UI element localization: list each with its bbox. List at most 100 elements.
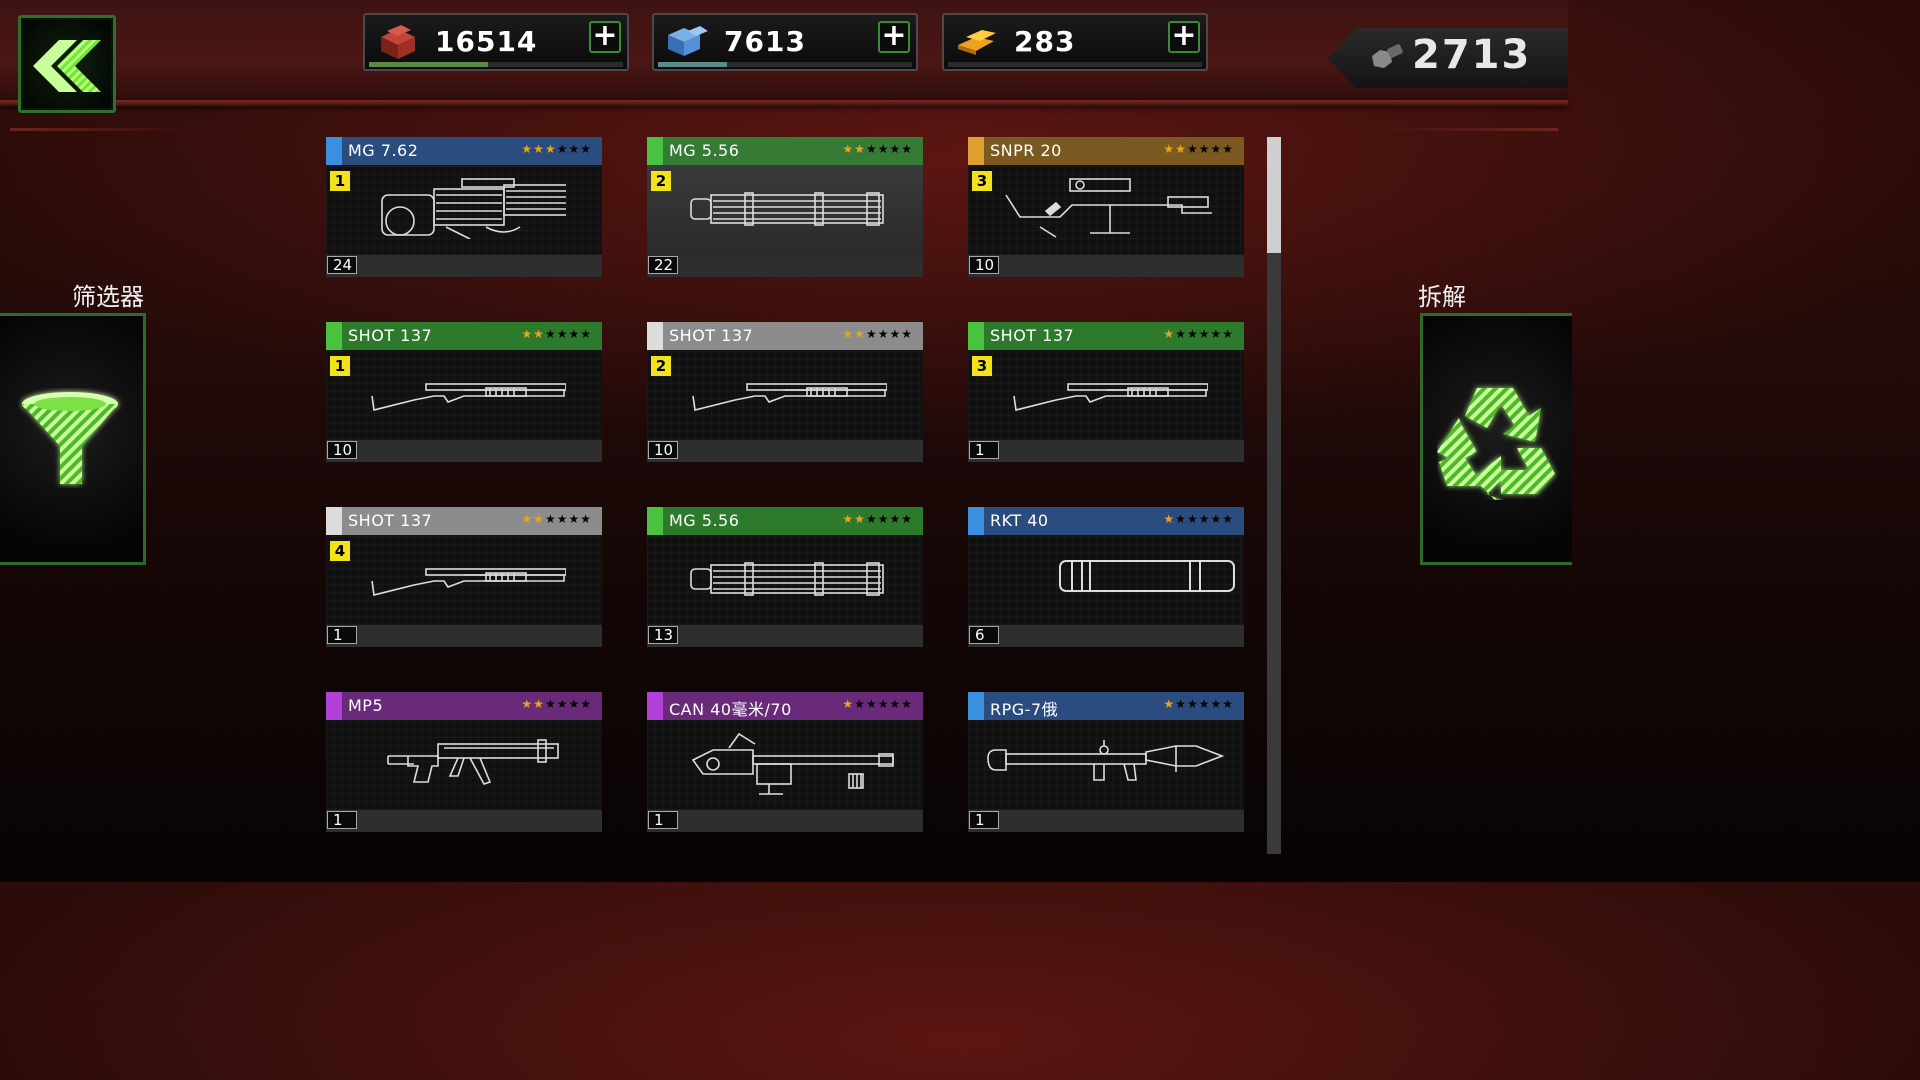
weapon-card[interactable]: MG 5.56 ★★★★★★ 2 22 xyxy=(647,137,923,279)
add-cash-button[interactable]: + xyxy=(589,21,621,53)
weapon-level-badge: 3 xyxy=(972,356,992,376)
weapon-card-header: SHOT 137 ★★★★★★ xyxy=(647,322,923,350)
parts-counter: 2713 xyxy=(1328,28,1568,88)
weapon-level-badge: 2 xyxy=(651,171,671,191)
rarity-stripe xyxy=(647,322,663,350)
cash-progress-bar xyxy=(369,62,623,67)
weapon-card-header: SNPR 20 ★★★★★★ xyxy=(968,137,1244,165)
weapon-name: MP5 xyxy=(348,696,384,715)
cash-value: 16514 xyxy=(435,25,538,58)
gold-bars-icon xyxy=(958,30,996,55)
weapon-card[interactable]: SHOT 137 ★★★★★★ 4 1 xyxy=(326,507,602,649)
shotgun-icon xyxy=(1008,372,1209,420)
weapon-count: 22 xyxy=(648,256,678,274)
inventory-scrollbar[interactable] xyxy=(1267,137,1281,854)
add-gold-button[interactable]: + xyxy=(1168,21,1200,53)
shotgun-icon xyxy=(366,557,567,605)
star-rating: ★★★★★★ xyxy=(1163,697,1234,711)
gold-value: 283 xyxy=(1014,25,1076,58)
weapon-name: SNPR 20 xyxy=(990,141,1062,160)
weapon-card-header: MG 7.62 ★★★★★★ xyxy=(326,137,602,165)
weapon-name: RKT 40 xyxy=(990,511,1049,530)
rarity-stripe xyxy=(647,137,663,165)
weapon-card-footer: 10 xyxy=(968,255,1244,277)
star-rating: ★★★★★★ xyxy=(842,697,913,711)
weapon-count: 1 xyxy=(648,811,678,829)
scrollbar-thumb[interactable] xyxy=(1267,137,1281,253)
weapon-card-footer: 1 xyxy=(326,625,602,647)
weapon-card-footer: 24 xyxy=(326,255,602,277)
weapon-name: MG 5.56 xyxy=(669,511,740,530)
funnel-icon xyxy=(22,392,118,484)
weapon-level-badge: 4 xyxy=(330,541,350,561)
gold-resource: 283 + xyxy=(942,13,1208,71)
weapon-card-footer: 22 xyxy=(647,255,923,277)
weapon-name: SHOT 137 xyxy=(990,326,1075,345)
weapon-level-badge: 2 xyxy=(651,356,671,376)
filter-label: 筛选器 xyxy=(72,283,144,311)
rpg-icon xyxy=(984,736,1225,792)
weapon-name: SHOT 137 xyxy=(348,511,433,530)
weapon-card-footer: 10 xyxy=(326,440,602,462)
weapon-card-header: SHOT 137 ★★★★★★ xyxy=(968,322,1244,350)
star-rating: ★★★★★★ xyxy=(842,512,913,526)
star-rating: ★★★★★★ xyxy=(1163,142,1234,156)
weapon-card[interactable]: SHOT 137 ★★★★★★ 3 1 xyxy=(968,322,1244,464)
weapon-level-badge: 3 xyxy=(972,171,992,191)
supplies-resource: 7613 + xyxy=(652,13,918,71)
filter-button[interactable] xyxy=(0,313,146,565)
star-rating: ★★★★★★ xyxy=(1163,512,1234,526)
weapon-card-footer: 1 xyxy=(968,440,1244,462)
rarity-stripe xyxy=(968,137,984,165)
left-edge-trim xyxy=(10,128,190,131)
rarity-stripe xyxy=(326,507,342,535)
add-supplies-button[interactable]: + xyxy=(878,21,910,53)
weapon-card-header: RPG-7俄 ★★★★★★ xyxy=(968,692,1244,720)
weapon-count: 13 xyxy=(648,626,678,644)
smg-icon xyxy=(384,734,564,800)
top-bar-divider xyxy=(0,100,1568,106)
back-button[interactable] xyxy=(18,15,116,113)
weapon-card[interactable]: SHOT 137 ★★★★★★ 2 10 xyxy=(647,322,923,464)
weapon-card[interactable]: RKT 40 ★★★★★★ 6 xyxy=(968,507,1244,649)
rarity-stripe xyxy=(326,692,342,720)
dismantle-label: 拆解 xyxy=(1418,283,1466,311)
weapon-card-footer: 1 xyxy=(326,810,602,832)
weapon-name: SHOT 137 xyxy=(669,326,754,345)
weapon-name: MG 5.56 xyxy=(669,141,740,160)
weapon-card[interactable]: SNPR 20 ★★★★★★ 3 10 xyxy=(968,137,1244,279)
blue-crate-icon xyxy=(668,26,708,56)
weapon-count: 24 xyxy=(327,256,357,274)
weapon-card[interactable]: MP5 ★★★★★★ 1 xyxy=(326,692,602,834)
parts-value: 2713 xyxy=(1412,32,1532,78)
dismantle-button[interactable] xyxy=(1420,313,1572,565)
rarity-stripe xyxy=(647,692,663,720)
star-rating: ★★★★★★ xyxy=(842,327,913,341)
weapon-count: 1 xyxy=(969,441,999,459)
cash-resource: 16514 + xyxy=(363,13,629,71)
weapon-card[interactable]: MG 7.62 ★★★★★★ 1 24 xyxy=(326,137,602,279)
weapon-card-header: SHOT 137 ★★★★★★ xyxy=(326,507,602,535)
weapon-count: 1 xyxy=(327,626,357,644)
weapon-card-header: SHOT 137 ★★★★★★ xyxy=(326,322,602,350)
sniper-icon xyxy=(1000,175,1220,243)
star-rating: ★★★★★★ xyxy=(1163,327,1234,341)
weapon-card[interactable]: MG 5.56 ★★★★★★ 13 xyxy=(647,507,923,649)
weapon-card[interactable]: SHOT 137 ★★★★★★ 1 10 xyxy=(326,322,602,464)
supplies-value: 7613 xyxy=(724,25,806,58)
weapon-card[interactable]: CAN 40毫米/70 ★★★★★★ 1 xyxy=(647,692,923,834)
rarity-stripe xyxy=(647,507,663,535)
star-rating: ★★★★★★ xyxy=(521,512,592,526)
weapon-card[interactable]: RPG-7俄 ★★★★★★ 1 xyxy=(968,692,1244,834)
rarity-stripe xyxy=(326,137,342,165)
weapon-card-header: MG 5.56 ★★★★★★ xyxy=(647,137,923,165)
chevron-double-left-icon xyxy=(33,40,101,92)
weapon-card-header: MP5 ★★★★★★ xyxy=(326,692,602,720)
weapon-name: CAN 40毫米/70 xyxy=(669,700,792,719)
minigun-icon xyxy=(685,189,885,233)
weapon-count: 10 xyxy=(327,441,357,459)
rarity-stripe xyxy=(968,322,984,350)
weapon-count: 10 xyxy=(648,441,678,459)
bolt-nut-icon xyxy=(1372,44,1403,68)
rocket-tube-icon xyxy=(1040,555,1240,599)
